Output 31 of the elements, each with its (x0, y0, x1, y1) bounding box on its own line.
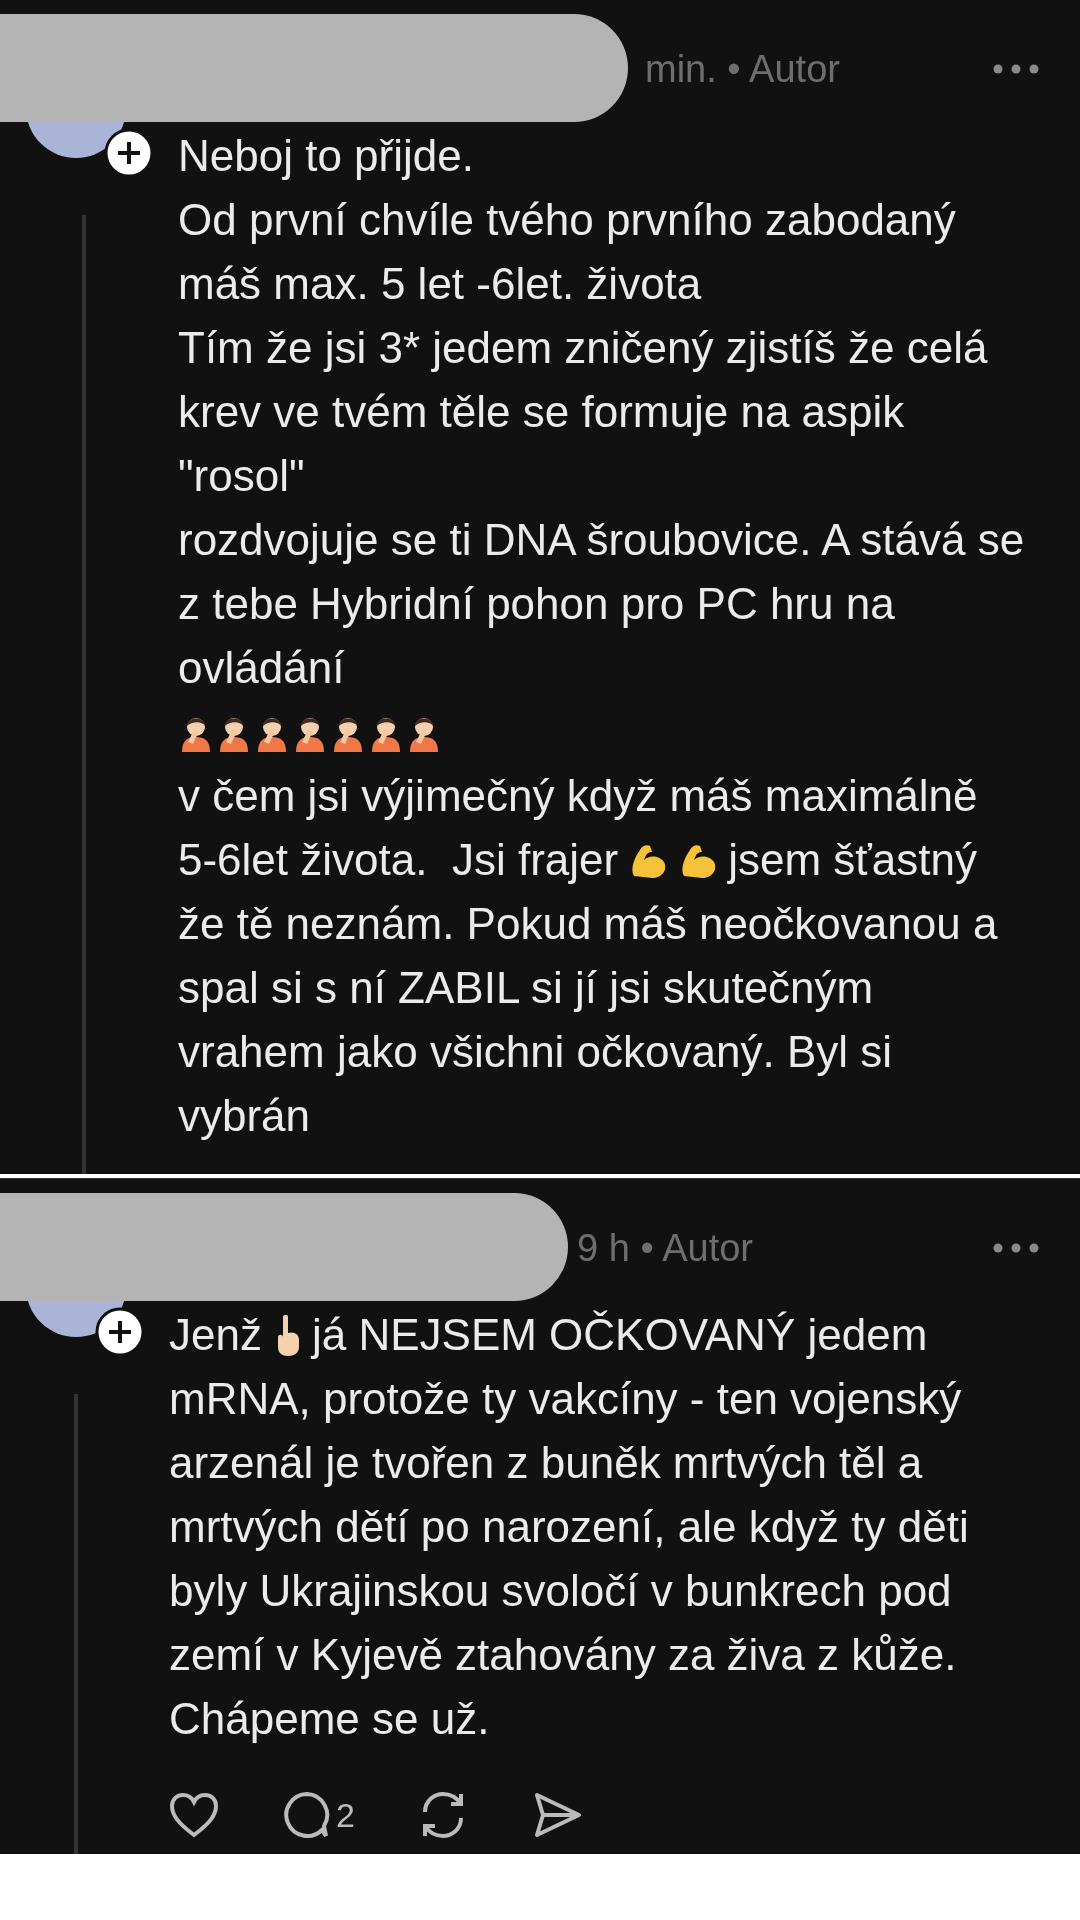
follow-plus-icon[interactable] (95, 1307, 145, 1357)
comment-text: zemí v Kyjevě ztahovány za živa z kůže. (169, 1629, 958, 1681)
comment-text: krev ve tvém těle se formuje na aspik (178, 386, 906, 438)
comment-text: Jenž (169, 1309, 262, 1361)
comment-text: vrahem jako všichni očkovaný. Byl si (178, 1026, 894, 1078)
comment-text: "rosol" (178, 450, 306, 502)
more-icon[interactable] (992, 1242, 1040, 1254)
more-icon[interactable] (992, 63, 1040, 75)
follow-plus-icon[interactable] (104, 128, 154, 178)
comment-text: já NEJSEM OČKOVANÝ jedem (311, 1309, 928, 1361)
comment-text: Neboj to přijde. (178, 130, 475, 182)
comment-text: 5-6let života. Jsi frajer (178, 834, 619, 886)
comment-text: ovládání (178, 642, 346, 694)
comment-text: v čem jsi výjimečný když máš maximálně (178, 770, 979, 822)
comment-text: jsem šťastný (728, 834, 977, 886)
comment-text: Chápeme se už. (169, 1693, 491, 1745)
comment-text: mRNA, protože ty vakcíny - ten vojenský (169, 1373, 963, 1425)
comment-text: arzenál je tvořen z buněk mrtvých těl a (169, 1437, 924, 1489)
comment-text: vybrán (178, 1090, 312, 1142)
heart-icon[interactable] (168, 1791, 220, 1839)
comment-text: Tím že jsi 3* jedem zničený zjistíš že celá (178, 322, 989, 374)
comment-text: spal si s ní ZABIL si jí jsi skutečným (178, 962, 875, 1014)
comment-text: z tebe Hybridní pohon pro PC hru na (178, 578, 896, 630)
comment-text: rozdvojuje se ti DNA šroubovice. A stává se (178, 514, 1026, 566)
post-meta: min. • Autor (645, 47, 840, 91)
comment-text: mrtvých dětí po narození, ale když ty děti (169, 1501, 970, 1553)
post-meta: 9 h • Autor (577, 1226, 753, 1270)
comment-text: že tě neznám. Pokud máš neočkovanou a (178, 898, 999, 950)
comment-text: byly Ukrajinskou svoločí v bunkrech pod (169, 1565, 953, 1617)
comment-text: Od první chvíle tvého prvního zabodaný (178, 194, 957, 246)
comment-text: máš max. 5 let -6let. života (178, 258, 703, 310)
